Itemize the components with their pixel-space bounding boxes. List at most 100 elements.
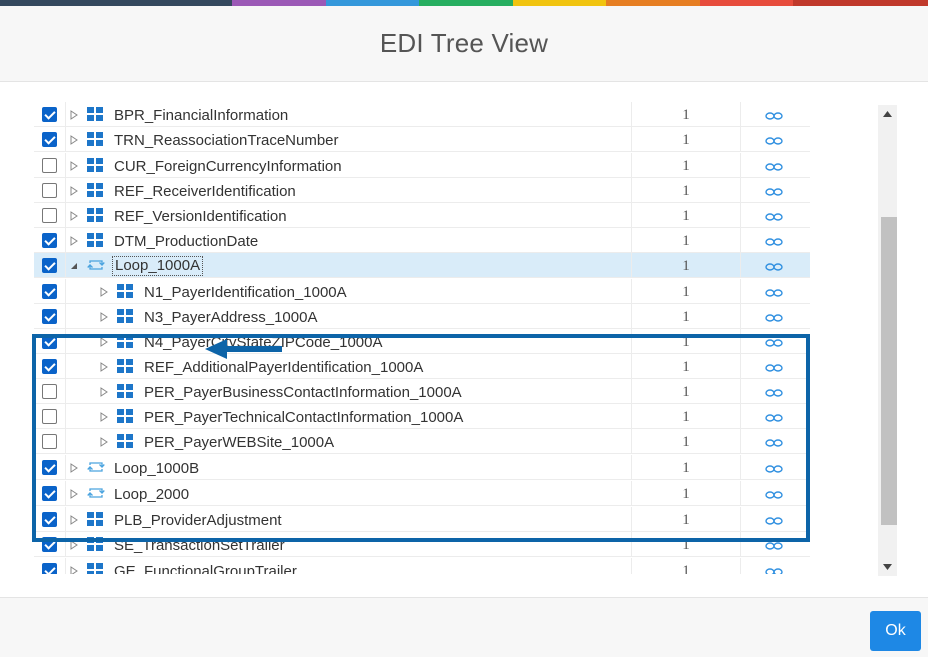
tree-node-label[interactable]: Loop_1000A [112,256,204,276]
row-checkbox[interactable] [42,384,57,399]
expand-triangle-icon[interactable] [99,360,109,372]
row-checkbox[interactable] [42,434,57,449]
tree-row[interactable]: PER_PayerBusinessContactInformation_1000… [34,379,810,404]
row-checkbox[interactable] [42,284,57,299]
tree-row[interactable]: PLB_ProviderAdjustment 1 [34,507,810,532]
infinity-link-icon[interactable] [765,108,783,120]
tree-node-label[interactable]: REF_VersionIdentification [114,208,287,225]
tree-node-label[interactable]: PER_PayerWEBSite_1000A [144,434,334,451]
ok-button[interactable]: Ok [870,611,921,651]
row-checkbox[interactable] [42,537,57,552]
tree-row[interactable]: CUR_ForeignCurrencyInformation 1 [34,153,810,178]
row-checkbox[interactable] [42,183,57,198]
tree-row[interactable]: REF_ReceiverIdentification 1 [34,178,810,203]
expand-triangle-icon[interactable] [99,285,109,297]
infinity-link-icon[interactable] [765,360,783,372]
scroll-up-arrow-icon[interactable] [878,105,897,124]
expand-triangle-icon[interactable] [69,461,79,473]
expand-triangle-icon[interactable] [69,538,79,550]
infinity-link-icon[interactable] [765,234,783,246]
expand-triangle-icon[interactable] [69,564,79,574]
infinity-link-icon[interactable] [765,209,783,221]
infinity-link-icon[interactable] [765,133,783,145]
tree-row[interactable]: SE_TransactionSetTrailer 1 [34,532,810,557]
infinity-link-icon[interactable] [765,385,783,397]
tree-row[interactable]: N3_PayerAddress_1000A 1 [34,304,810,329]
tree-row[interactable]: Loop_1000B 1 [34,455,810,480]
infinity-link-icon[interactable] [765,538,783,550]
row-checkbox[interactable] [42,309,57,324]
row-checkbox[interactable] [42,107,57,122]
vertical-scrollbar[interactable] [878,105,897,576]
tree-node-label[interactable]: N4_PayerCityStateZIPCode_1000A [144,334,382,351]
tree-node-label[interactable]: N1_PayerIdentification_1000A [144,284,347,301]
tree-row[interactable]: REF_VersionIdentification 1 [34,203,810,228]
row-checkbox[interactable] [42,208,57,223]
expand-triangle-icon[interactable] [99,385,109,397]
infinity-link-icon[interactable] [765,461,783,473]
tree-node-label[interactable]: BPR_FinancialInformation [114,107,288,124]
row-checkbox[interactable] [42,512,57,527]
scrollbar-thumb[interactable] [881,217,897,525]
infinity-link-icon[interactable] [765,259,783,271]
expand-triangle-icon[interactable] [99,310,109,322]
tree-node-label[interactable]: PER_PayerTechnicalContactInformation_100… [144,409,463,426]
infinity-link-icon[interactable] [765,310,783,322]
row-checkbox[interactable] [42,233,57,248]
infinity-link-icon[interactable] [765,285,783,297]
infinity-link-icon[interactable] [765,513,783,525]
tree-row[interactable]: PER_PayerWEBSite_1000A 1 [34,429,810,454]
infinity-link-icon[interactable] [765,410,783,422]
row-checkbox[interactable] [42,409,57,424]
infinity-link-icon[interactable] [765,435,783,447]
tree-row[interactable]: DTM_ProductionDate 1 [34,228,810,253]
tree-row[interactable]: Loop_1000A 1 [34,253,810,278]
tree-node-label[interactable]: TRN_ReassociationTraceNumber [114,132,339,149]
infinity-link-icon[interactable] [765,564,783,574]
tree-row[interactable]: REF_AdditionalPayerIdentification_1000A 1 [34,354,810,379]
expand-triangle-icon[interactable] [99,435,109,447]
expand-triangle-icon[interactable] [69,184,79,196]
tree-row[interactable]: N1_PayerIdentification_1000A 1 [34,279,810,304]
infinity-link-icon[interactable] [765,335,783,347]
tree-node-label[interactable]: CUR_ForeignCurrencyInformation [114,158,342,175]
expand-triangle-icon[interactable] [69,487,79,499]
tree-node-label[interactable]: Loop_1000B [114,460,199,477]
tree-row[interactable]: TRN_ReassociationTraceNumber 1 [34,127,810,152]
expand-triangle-icon[interactable] [69,159,79,171]
expand-triangle-icon[interactable] [69,133,79,145]
expand-triangle-icon[interactable] [99,410,109,422]
tree-row[interactable]: BPR_FinancialInformation 1 [34,102,810,127]
tree-row[interactable]: N4_PayerCityStateZIPCode_1000A 1 [34,329,810,354]
tree-node-label[interactable]: GE_FunctionalGroupTrailer [114,563,297,574]
row-checkbox[interactable] [42,132,57,147]
infinity-link-icon[interactable] [765,487,783,499]
tree-node-label[interactable]: PER_PayerBusinessContactInformation_1000… [144,384,462,401]
tree-row[interactable]: Loop_2000 1 [34,481,810,506]
scroll-down-arrow-icon[interactable] [878,557,897,576]
infinity-link-icon[interactable] [765,184,783,196]
tree-row[interactable]: GE_FunctionalGroupTrailer 1 [34,558,810,574]
row-checkbox[interactable] [42,334,57,349]
expand-triangle-icon[interactable] [69,209,79,221]
tree-node-label[interactable]: PLB_ProviderAdjustment [114,512,282,529]
expand-triangle-icon[interactable] [69,513,79,525]
expand-triangle-icon[interactable] [69,234,79,246]
tree-node-label[interactable]: DTM_ProductionDate [114,233,258,250]
tree-node-label[interactable]: SE_TransactionSetTrailer [114,537,285,554]
expand-triangle-icon[interactable] [99,335,109,347]
tree-row[interactable]: PER_PayerTechnicalContactInformation_100… [34,404,810,429]
tree-node-label[interactable]: Loop_2000 [114,486,189,503]
row-checkbox[interactable] [42,563,57,574]
row-checkbox[interactable] [42,258,57,273]
infinity-link-icon[interactable] [765,159,783,171]
tree-node-label[interactable]: N3_PayerAddress_1000A [144,309,317,326]
collapse-triangle-icon[interactable] [69,259,79,271]
tree-node-label[interactable]: REF_ReceiverIdentification [114,183,296,200]
row-checkbox[interactable] [42,486,57,501]
row-checkbox[interactable] [42,460,57,475]
row-checkbox[interactable] [42,359,57,374]
tree-node-label[interactable]: REF_AdditionalPayerIdentification_1000A [144,359,423,376]
expand-triangle-icon[interactable] [69,108,79,120]
row-checkbox[interactable] [42,158,57,173]
